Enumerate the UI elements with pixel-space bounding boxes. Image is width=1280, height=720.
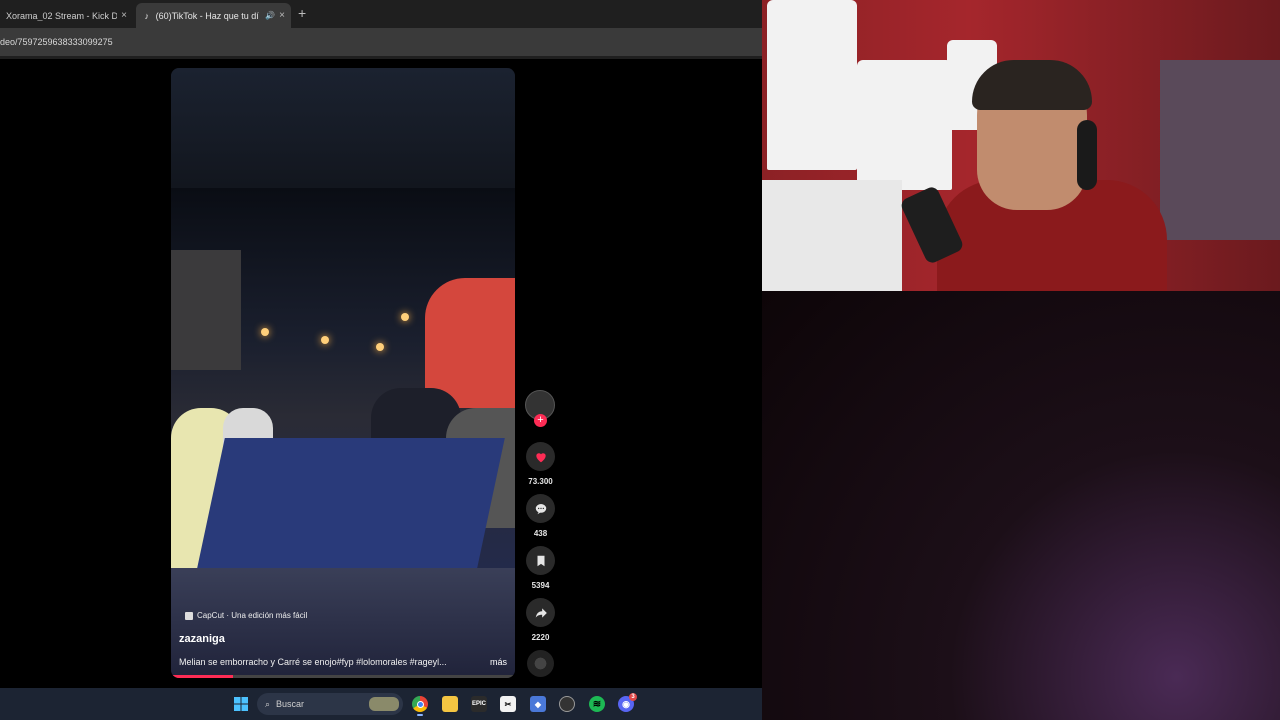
app-launcher-icon[interactable]: ◆ xyxy=(530,696,546,712)
address-bar[interactable]: deo/7597259638333099275 xyxy=(0,28,762,56)
share-icon xyxy=(535,607,547,618)
chrome-icon[interactable] xyxy=(412,696,428,716)
tab-tiktok[interactable]: ♪ (60)TikTok - Haz que tu día 🔊 × xyxy=(136,3,291,28)
windows-taskbar: ⌕ Buscar EPIC ✂ ◆ ≋ ◉ 3 xyxy=(0,688,762,720)
video-player[interactable]: CapCut · Una edición más fácil zazaniga … xyxy=(171,68,515,678)
video-progress-bar[interactable] xyxy=(171,675,515,678)
search-placeholder: Buscar xyxy=(276,699,305,709)
discord-badge: 3 xyxy=(629,693,637,701)
webcam-overlay xyxy=(762,0,1280,291)
search-highlight-image xyxy=(369,697,399,711)
speaker-icon[interactable]: 🔊 xyxy=(265,11,275,20)
dark-overlay-area xyxy=(762,291,1280,720)
obs-icon[interactable] xyxy=(559,696,575,712)
capcut-watermark[interactable]: CapCut · Una edición más fácil xyxy=(185,611,307,620)
music-disc-icon[interactable] xyxy=(527,650,554,677)
heart-icon xyxy=(535,452,546,462)
epic-games-icon[interactable]: EPIC xyxy=(471,696,487,712)
string-lights xyxy=(261,308,411,351)
comment-icon xyxy=(535,503,546,514)
video-caption: Melian se emborracho y Carré se enojo#fy… xyxy=(179,657,507,667)
file-explorer-icon[interactable] xyxy=(442,696,458,712)
capcut-label: CapCut · Una edición más fácil xyxy=(197,611,308,620)
url-text[interactable]: deo/7597259638333099275 xyxy=(0,37,113,47)
new-tab-button[interactable]: + xyxy=(298,5,306,21)
streamer-figure xyxy=(937,60,1167,291)
save-count: 5394 xyxy=(531,581,550,590)
windows-start-icon[interactable] xyxy=(233,696,249,712)
light-bulb xyxy=(261,328,269,336)
video-author[interactable]: zazaniga xyxy=(179,633,225,645)
follow-button[interactable]: + xyxy=(534,414,547,427)
video-scene xyxy=(171,188,515,588)
discord-icon[interactable]: ◉ 3 xyxy=(618,693,637,712)
like-button[interactable] xyxy=(526,442,555,471)
save-button[interactable] xyxy=(526,546,555,575)
webcam-shelf xyxy=(1160,60,1280,240)
browser-tab-bar: Xorama_02 Stream - Kick Dashb × ♪ (60)Ti… xyxy=(0,0,762,28)
streamer-hair xyxy=(972,60,1092,110)
taskbar-search[interactable]: ⌕ Buscar xyxy=(257,693,403,715)
tab-title: (60)TikTok - Haz que tu día xyxy=(155,10,260,21)
tab-title: Xorama_02 Stream - Kick Dashb xyxy=(6,10,118,21)
webcam-desk xyxy=(762,180,902,291)
bookmark-icon xyxy=(537,555,544,566)
comment-button[interactable] xyxy=(526,494,555,523)
spotify-icon[interactable]: ≋ xyxy=(589,696,605,712)
video-sky xyxy=(171,68,515,188)
jersey-image xyxy=(767,0,857,170)
video-table xyxy=(197,438,505,568)
headset-icon xyxy=(1077,120,1097,190)
share-count: 2220 xyxy=(531,633,550,642)
capcut-icon xyxy=(185,611,193,620)
active-indicator xyxy=(417,714,423,716)
comment-count: 438 xyxy=(533,529,548,538)
light-bulb xyxy=(401,313,409,321)
caption-more-link[interactable]: más xyxy=(490,657,507,667)
capcut-app-icon[interactable]: ✂ xyxy=(500,696,516,712)
tiktok-favicon-icon: ♪ xyxy=(144,10,150,21)
caption-text: Melian se emborracho y Carré se enojo#fy… xyxy=(179,657,447,667)
search-icon: ⌕ xyxy=(265,698,271,709)
tab-kick-dashboard[interactable]: Xorama_02 Stream - Kick Dashb × xyxy=(0,3,133,28)
video-progress-fill xyxy=(171,675,233,678)
tab-close-icon[interactable]: × xyxy=(275,10,285,21)
share-button[interactable] xyxy=(526,598,555,627)
like-count: 73.300 xyxy=(528,477,553,486)
tab-close-icon[interactable]: × xyxy=(117,10,127,21)
light-bulb xyxy=(321,336,329,344)
